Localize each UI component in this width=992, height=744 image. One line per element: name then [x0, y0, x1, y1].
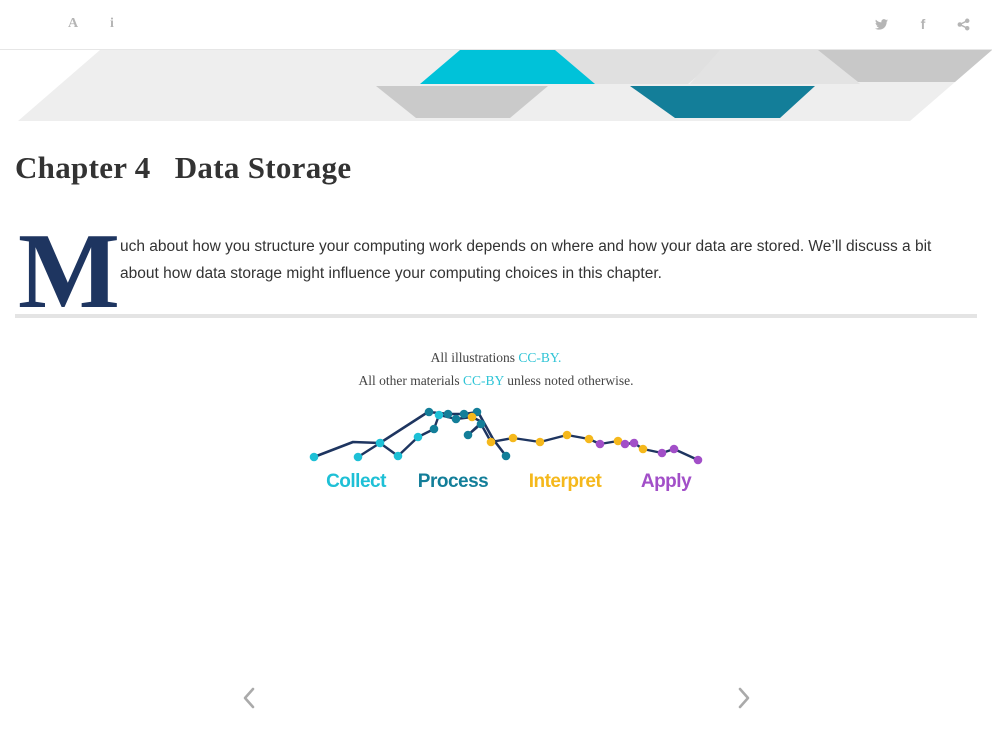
font-settings-button[interactable]: A [62, 13, 84, 35]
share-button[interactable] [952, 13, 974, 35]
workflow-stage-labels: Collect Process Interpret Apply [326, 471, 693, 492]
workflow-stage-collect: Collect [326, 471, 387, 492]
facebook-share-button[interactable]: f [912, 13, 934, 35]
info-button[interactable]: i [101, 13, 123, 35]
workflow-stage-apply: Apply [641, 471, 692, 492]
workflow-dots [309, 407, 703, 465]
materials-license-line: All other materials CC-BY unless noted o… [0, 369, 992, 392]
license-credits: All illustrations CC-BY. All other mater… [0, 346, 992, 392]
font-icon: A [67, 16, 79, 31]
workflow-stage-interpret: Interpret [529, 471, 603, 492]
section-divider [15, 314, 977, 318]
info-icon: i [110, 16, 114, 31]
workflow-logo: Collect Process Interpret Apply [309, 407, 703, 492]
materials-license-link[interactable]: CC-BY [463, 373, 504, 388]
chevron-left-icon [243, 687, 255, 709]
materials-license-suffix: unless noted otherwise. [503, 373, 634, 388]
illustrations-license-line: All illustrations CC-BY. [0, 346, 992, 369]
top-toolbar: A i f [0, 0, 992, 50]
illustrations-license-link[interactable]: CC-BY. [518, 350, 561, 365]
workflow-stage-process: Process [418, 471, 488, 492]
next-page-button[interactable] [729, 682, 759, 714]
twitter-icon [874, 18, 888, 30]
materials-license-text: All other materials [358, 373, 464, 388]
facebook-icon: f [920, 16, 926, 32]
share-icon [957, 18, 969, 30]
previous-page-button[interactable] [234, 682, 264, 714]
chevron-right-icon [738, 687, 750, 709]
drop-cap: M [18, 212, 120, 331]
chapter-intro: uch about how you structure your computi… [120, 238, 932, 282]
chapter-title: Chapter 4 Data Storage [15, 150, 352, 185]
illustrations-license-text: All illustrations [430, 350, 519, 365]
twitter-share-button[interactable] [870, 13, 892, 35]
